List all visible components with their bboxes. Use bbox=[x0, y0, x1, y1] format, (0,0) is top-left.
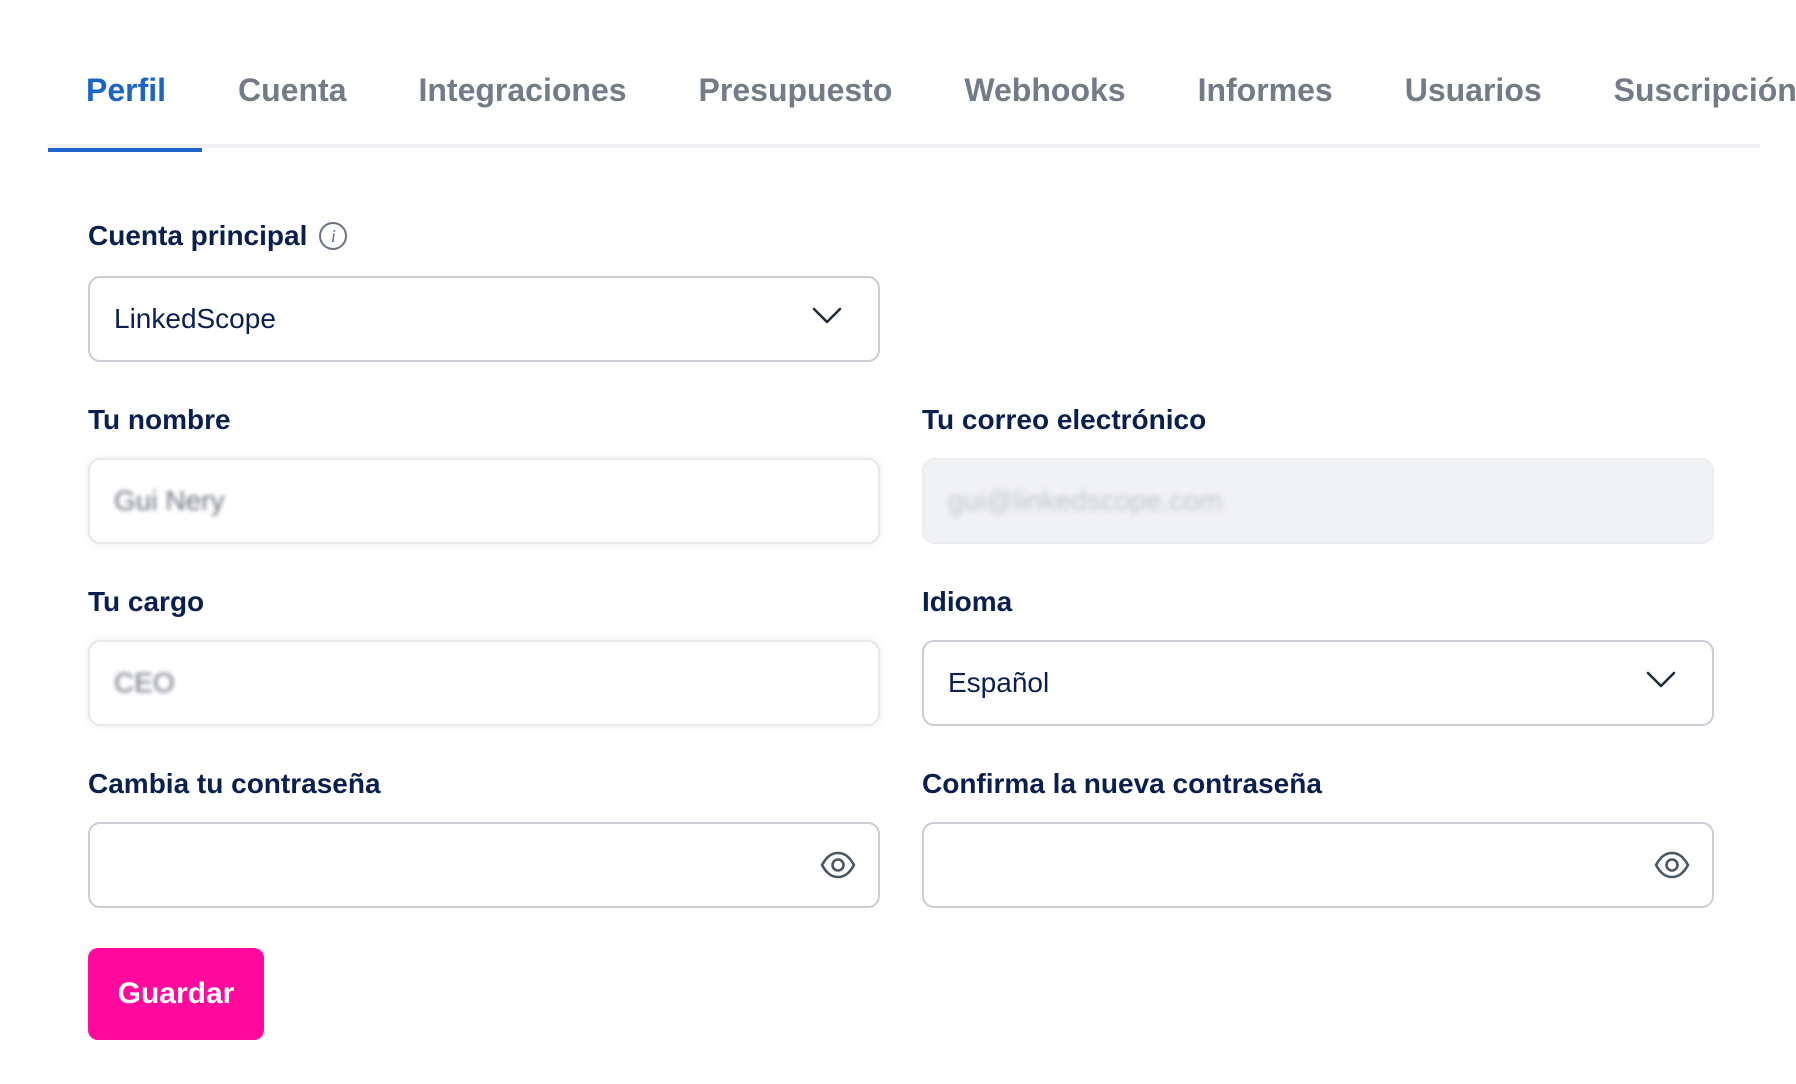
main-account-value: LinkedScope bbox=[114, 303, 276, 334]
email-label: Tu correo electrónico bbox=[922, 404, 1207, 435]
language-value: Español bbox=[948, 667, 1050, 698]
tab-presupuesto[interactable]: Presupuesto bbox=[663, 44, 929, 148]
tab-integraciones[interactable]: Integraciones bbox=[382, 44, 662, 148]
chevron-down-icon bbox=[1646, 671, 1676, 688]
name-label: Tu nombre bbox=[88, 404, 231, 435]
tab-webhooks[interactable]: Webhooks bbox=[928, 44, 1161, 148]
language-label: Idioma bbox=[922, 586, 1013, 617]
language-select[interactable]: Español bbox=[922, 640, 1714, 726]
save-button[interactable]: Guardar bbox=[88, 948, 264, 1040]
chevron-down-icon bbox=[812, 307, 842, 324]
main-account-select[interactable]: LinkedScope bbox=[88, 276, 880, 362]
tab-usuarios[interactable]: Usuarios bbox=[1369, 44, 1578, 148]
confirm-password-label: Confirma la nueva contraseña bbox=[922, 768, 1322, 799]
confirm-password-input[interactable] bbox=[922, 822, 1714, 908]
password-input[interactable] bbox=[88, 822, 880, 908]
name-input[interactable]: Gui Nery bbox=[88, 458, 880, 544]
tab-informes[interactable]: Informes bbox=[1162, 44, 1369, 148]
eye-icon[interactable] bbox=[1654, 850, 1690, 880]
main-account-label: Cuenta principal bbox=[88, 220, 308, 251]
role-input[interactable]: CEO bbox=[88, 640, 880, 726]
role-label: Tu cargo bbox=[88, 586, 205, 617]
email-input: gui@linkedscope.com bbox=[922, 458, 1714, 544]
settings-page: Perfil Cuenta Integraciones Presupuesto … bbox=[0, 0, 1796, 1084]
tab-cuenta[interactable]: Cuenta bbox=[202, 44, 382, 148]
eye-icon[interactable] bbox=[820, 850, 856, 880]
main-account-label-group: Cuenta principal i bbox=[88, 220, 348, 252]
role-value: CEO bbox=[114, 667, 175, 698]
password-label: Cambia tu contraseña bbox=[88, 768, 381, 799]
email-value: gui@linkedscope.com bbox=[948, 485, 1223, 516]
tab-perfil[interactable]: Perfil bbox=[48, 44, 203, 152]
settings-tabs: Perfil Cuenta Integraciones Presupuesto … bbox=[48, 44, 1796, 152]
info-icon[interactable]: i bbox=[319, 222, 348, 250]
name-value: Gui Nery bbox=[114, 485, 225, 516]
tab-suscripcion[interactable]: Suscripción bbox=[1578, 44, 1796, 148]
